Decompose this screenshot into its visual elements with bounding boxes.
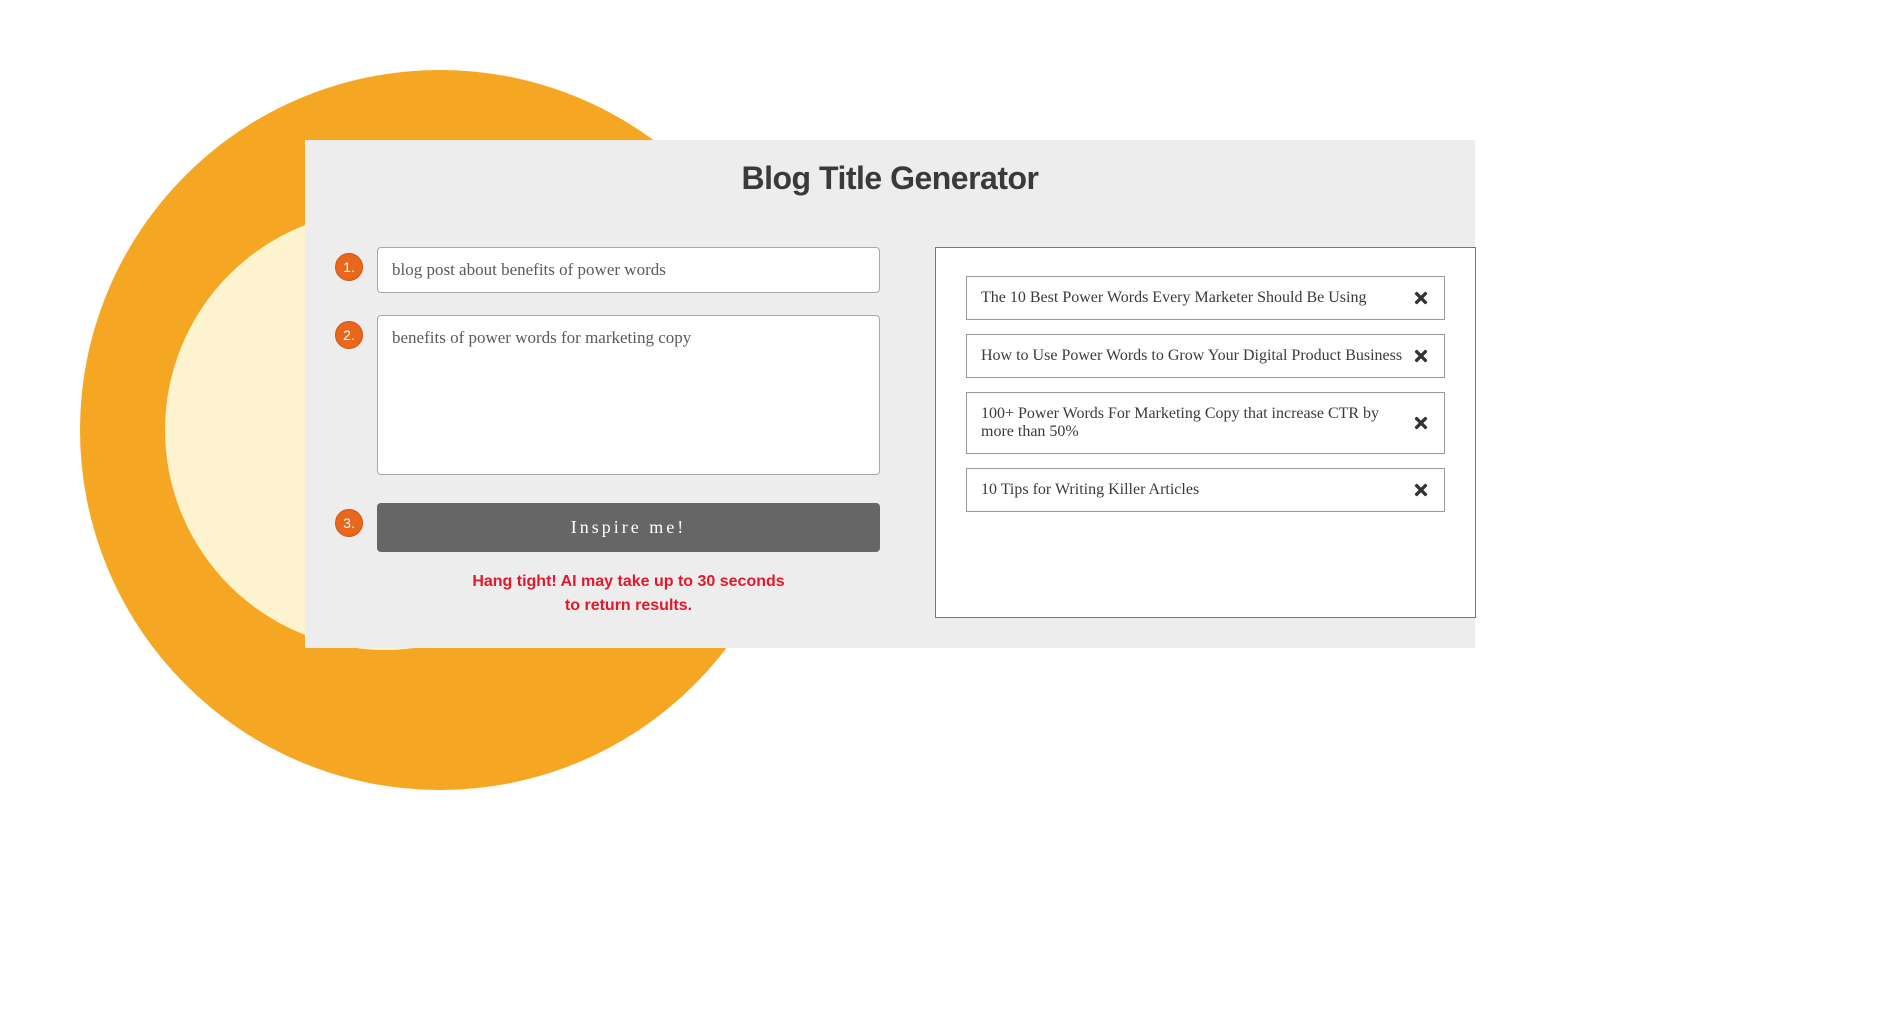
result-item: 100+ Power Words For Marketing Copy that… [966,392,1445,454]
result-text: 100+ Power Words For Marketing Copy that… [981,405,1402,441]
columns: 1. 2. 3. Inspire me! Hang tight! AI may … [335,247,1445,618]
results-column: The 10 Best Power Words Every Marketer S… [935,247,1476,618]
close-icon[interactable] [1412,347,1430,365]
close-icon[interactable] [1412,481,1430,499]
step-1-badge: 1. [335,253,363,281]
result-text: How to Use Power Words to Grow Your Digi… [981,347,1402,365]
result-text: The 10 Best Power Words Every Marketer S… [981,289,1402,307]
status-message: Hang tight! AI may take up to 30 seconds… [377,570,880,618]
generator-panel: Blog Title Generator 1. 2. 3. Inspire me… [305,140,1475,648]
topic-input[interactable] [377,247,880,293]
close-icon[interactable] [1412,414,1430,432]
step-1-row: 1. [335,247,880,293]
description-textarea[interactable] [377,315,880,475]
step-3-row: 3. Inspire me! [335,503,880,552]
page-title: Blog Title Generator [335,160,1445,197]
step-3-badge: 3. [335,509,363,537]
result-item: The 10 Best Power Words Every Marketer S… [966,276,1445,320]
result-text: 10 Tips for Writing Killer Articles [981,481,1402,499]
result-item: 10 Tips for Writing Killer Articles [966,468,1445,512]
status-line-1: Hang tight! AI may take up to 30 seconds [472,573,784,590]
result-item: How to Use Power Words to Grow Your Digi… [966,334,1445,378]
status-line-2: to return results. [565,597,692,614]
close-icon[interactable] [1412,289,1430,307]
inspire-button[interactable]: Inspire me! [377,503,880,552]
input-column: 1. 2. 3. Inspire me! Hang tight! AI may … [335,247,880,618]
step-2-row: 2. [335,315,880,475]
step-2-badge: 2. [335,321,363,349]
